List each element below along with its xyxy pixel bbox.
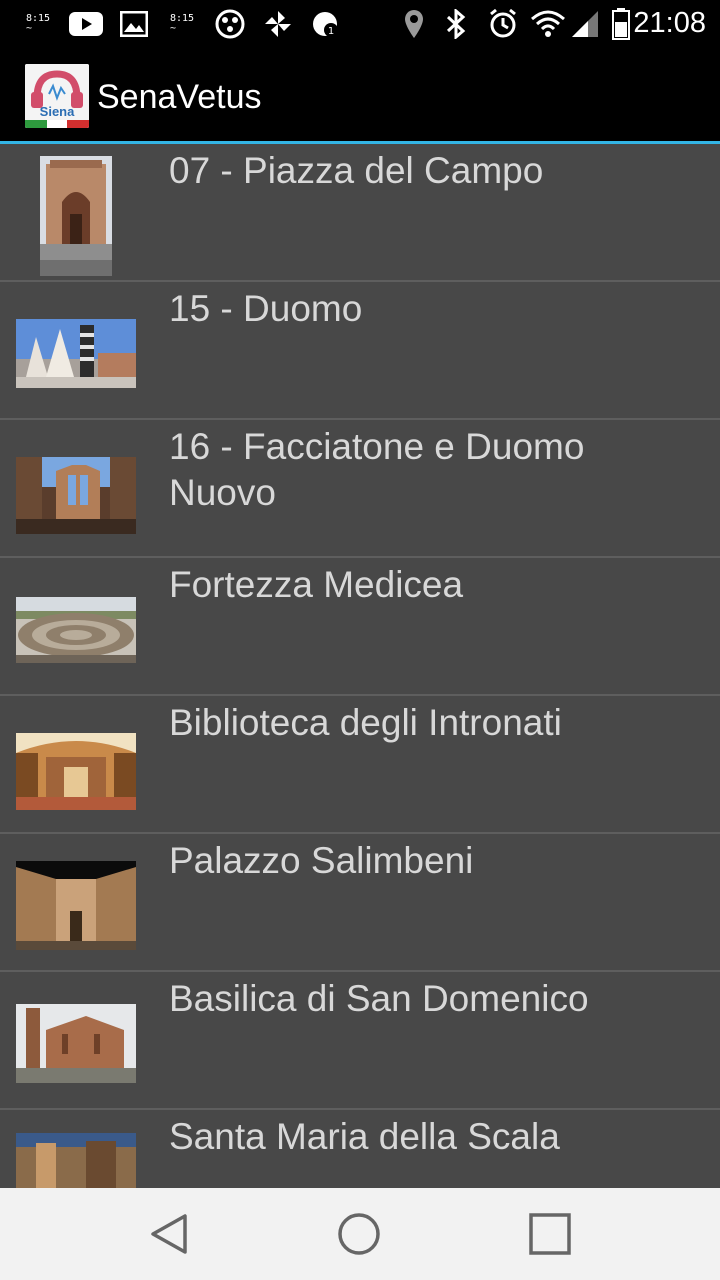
youtube-icon [68,8,104,40]
pinwheel-icon [262,8,294,40]
image-icon [118,8,150,40]
list-item[interactable]: Fortezza Medicea [0,558,720,696]
list-item-label: Fortezza Medicea [169,564,464,605]
list-item[interactable]: Santa Maria della Scala [0,1110,720,1188]
gothic-tower-photo [40,156,112,276]
list-item[interactable]: Palazzo Salimbeni [0,834,720,972]
list-item[interactable]: Biblioteca degli Intronati [0,696,720,834]
update-icon: 1 [310,8,342,40]
list-item-label: 16 - Facciatone e Duomo Nuovo [169,426,585,513]
list-item-label: Santa Maria della Scala [169,1116,560,1157]
logo-text: Siena [40,104,75,119]
clock-widget-icon: 8:15 ~ [25,13,51,34]
wifi-icon [530,8,566,40]
list-item-label: Basilica di San Domenico [169,978,589,1019]
svg-text:1: 1 [328,26,334,37]
list-item-label: Biblioteca degli Intronati [169,702,562,743]
clock-widget-icon: 8:15 ~ [169,13,195,34]
library-photo [16,733,136,810]
places-list[interactable]: 07 - Piazza del Campo 15 - Duomo 16 - Fa… [0,144,720,1188]
location-icon [400,8,428,40]
palazzo-photo [16,861,136,950]
list-item[interactable]: Basilica di San Domenico [0,972,720,1110]
cathedral-photo [16,319,136,388]
bluetooth-icon [442,8,470,40]
status-time: 21:08 [633,7,706,39]
fortress-photo [16,597,136,663]
list-item[interactable]: 16 - Facciatone e Duomo Nuovo [0,420,720,558]
santa-maria-photo [16,1133,136,1188]
navigation-bar [0,1188,720,1280]
signal-icon [570,8,600,40]
alarm-icon [486,8,520,40]
app-title: SenaVetus [97,78,262,116]
back-icon[interactable] [145,1210,193,1258]
list-item-label: 15 - Duomo [169,288,363,329]
app-logo: Siena [25,64,89,128]
list-item-label: 07 - Piazza del Campo [169,150,544,191]
list-item[interactable]: 15 - Duomo [0,282,720,420]
list-item-label: Palazzo Salimbeni [169,840,474,881]
home-icon[interactable] [335,1210,383,1258]
facciatone-photo [16,457,136,534]
recents-icon[interactable] [526,1210,574,1258]
status-bar: 8:15 ~ 8:15 ~ 1 21:08 [0,0,720,48]
radioactive-icon [214,8,246,40]
battery-icon [610,8,632,40]
basilica-photo [16,1004,136,1083]
list-item[interactable]: 07 - Piazza del Campo [0,144,720,282]
